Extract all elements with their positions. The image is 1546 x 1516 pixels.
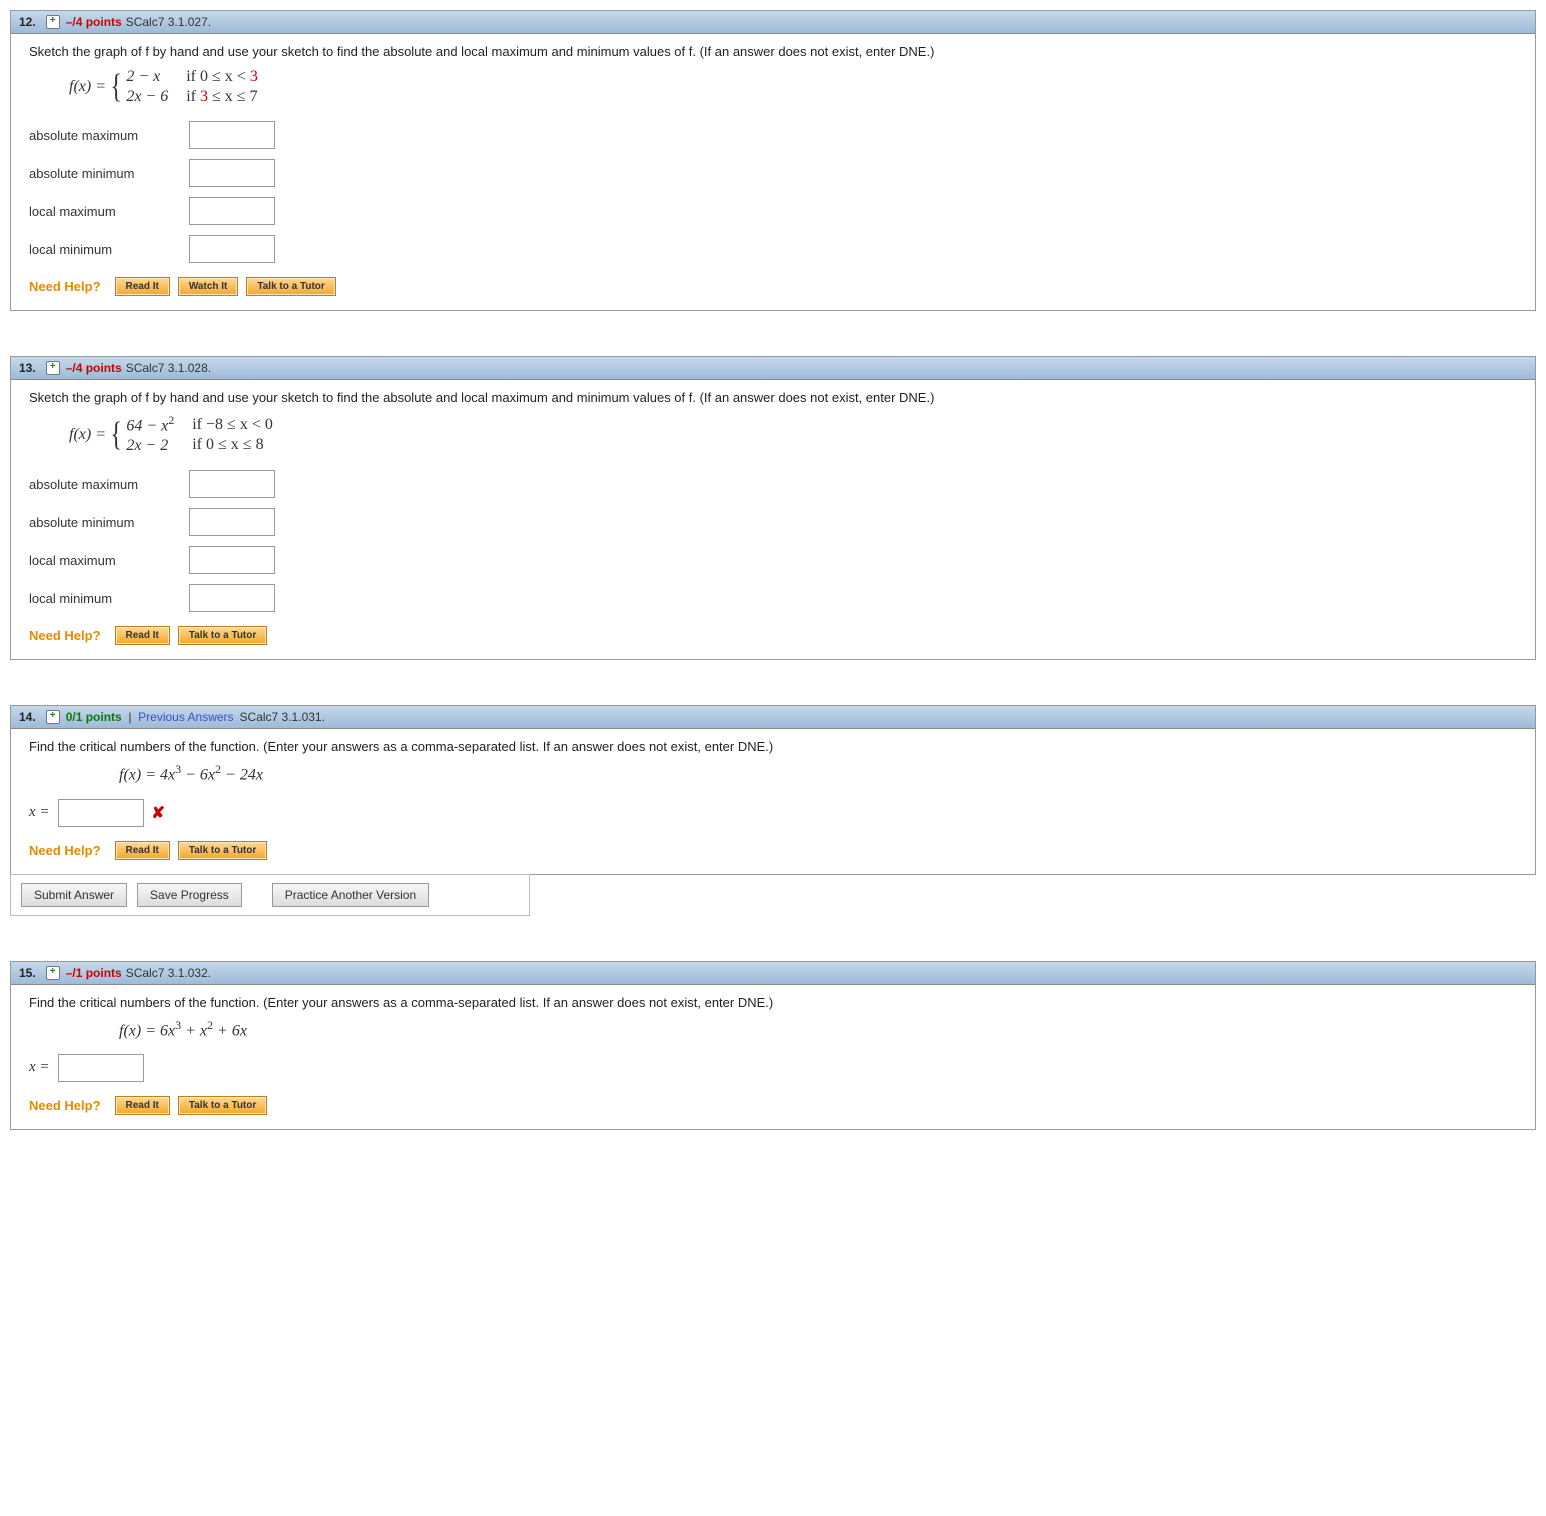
question-13: 13. + –/4 points SCalc7 3.1.028. Sketch … bbox=[10, 356, 1536, 660]
function-equation: f(x) = 4x3 − 6x2 − 24x bbox=[119, 762, 1517, 784]
locmin-input[interactable] bbox=[189, 584, 275, 612]
absmin-label: absolute minimum bbox=[29, 166, 189, 181]
points-label: –/4 points bbox=[66, 361, 122, 375]
absmax-input[interactable] bbox=[189, 470, 275, 498]
previous-answers-link[interactable]: Previous Answers bbox=[138, 710, 233, 724]
expand-icon[interactable]: + bbox=[46, 15, 60, 29]
absmin-input[interactable] bbox=[189, 159, 275, 187]
expand-icon[interactable]: + bbox=[46, 966, 60, 980]
talk-tutor-button[interactable]: Talk to a Tutor bbox=[178, 1096, 267, 1115]
instruction-text: Find the critical numbers of the functio… bbox=[29, 739, 1517, 754]
expand-icon[interactable]: + bbox=[46, 361, 60, 375]
locmax-input[interactable] bbox=[189, 197, 275, 225]
question-12: 12. + –/4 points SCalc7 3.1.027. Sketch … bbox=[10, 10, 1536, 311]
locmin-input[interactable] bbox=[189, 235, 275, 263]
watch-it-button[interactable]: Watch It bbox=[178, 277, 239, 296]
read-it-button[interactable]: Read It bbox=[115, 277, 170, 296]
x-equals-label: x = bbox=[29, 804, 50, 821]
instruction-text: Find the critical numbers of the functio… bbox=[29, 995, 1517, 1010]
piece-1: 64 − x2 bbox=[126, 413, 174, 436]
question-header: 14. + 0/1 points | Previous Answers SCal… bbox=[11, 706, 1535, 729]
submit-answer-button[interactable]: Submit Answer bbox=[21, 883, 127, 907]
question-ref: SCalc7 3.1.031. bbox=[240, 710, 325, 724]
need-help-label: Need Help? bbox=[29, 628, 101, 643]
read-it-button[interactable]: Read It bbox=[115, 841, 170, 860]
piece-1: 2 − x bbox=[126, 67, 168, 87]
question-number: 13. bbox=[19, 361, 36, 375]
cond-1: if 0 ≤ x < 3 bbox=[186, 67, 258, 87]
absmax-label: absolute maximum bbox=[29, 128, 189, 143]
question-number: 14. bbox=[19, 710, 36, 724]
piece-2: 2x − 6 bbox=[126, 87, 168, 107]
question-ref: SCalc7 3.1.028. bbox=[126, 361, 211, 375]
absmin-input[interactable] bbox=[189, 508, 275, 536]
question-ref: SCalc7 3.1.027. bbox=[126, 15, 211, 29]
question-number: 15. bbox=[19, 966, 36, 980]
read-it-button[interactable]: Read It bbox=[115, 1096, 170, 1115]
points-label: –/4 points bbox=[66, 15, 122, 29]
question-header: 12. + –/4 points SCalc7 3.1.027. bbox=[11, 11, 1535, 34]
fx-label: f(x) = bbox=[69, 78, 106, 96]
question-header: 13. + –/4 points SCalc7 3.1.028. bbox=[11, 357, 1535, 380]
need-help-label: Need Help? bbox=[29, 1098, 101, 1113]
practice-another-button[interactable]: Practice Another Version bbox=[272, 883, 429, 907]
locmin-label: local minimum bbox=[29, 242, 189, 257]
cond-1: if −8 ≤ x < 0 bbox=[192, 415, 273, 435]
locmax-input[interactable] bbox=[189, 546, 275, 574]
wrong-icon: ✘ bbox=[152, 803, 165, 823]
cond-2: if 0 ≤ x ≤ 8 bbox=[192, 435, 273, 455]
talk-tutor-button[interactable]: Talk to a Tutor bbox=[246, 277, 335, 296]
x-input[interactable] bbox=[58, 799, 144, 827]
question-header: 15. + –/1 points SCalc7 3.1.032. bbox=[11, 962, 1535, 985]
talk-tutor-button[interactable]: Talk to a Tutor bbox=[178, 841, 267, 860]
function-definition: f(x) = { 64 − x2 2x − 2 if −8 ≤ x < 0 if… bbox=[69, 413, 1517, 456]
locmax-label: local maximum bbox=[29, 553, 189, 568]
instruction-text: Sketch the graph of f by hand and use yo… bbox=[29, 390, 1517, 405]
function-definition: f(x) = { 2 − x 2x − 6 if 0 ≤ x < 3 if 3 … bbox=[69, 67, 1517, 107]
absmax-label: absolute maximum bbox=[29, 477, 189, 492]
question-footer: Submit Answer Save Progress Practice Ano… bbox=[10, 874, 530, 916]
brace-icon: { bbox=[110, 418, 121, 452]
save-progress-button[interactable]: Save Progress bbox=[137, 883, 242, 907]
absmax-input[interactable] bbox=[189, 121, 275, 149]
absmin-label: absolute minimum bbox=[29, 515, 189, 530]
cond-2: if 3 ≤ x ≤ 7 bbox=[186, 87, 258, 107]
instruction-text: Sketch the graph of f by hand and use yo… bbox=[29, 44, 1517, 59]
fx-label: f(x) = bbox=[69, 426, 106, 444]
x-equals-label: x = bbox=[29, 1059, 50, 1076]
expand-icon[interactable]: + bbox=[46, 710, 60, 724]
question-number: 12. bbox=[19, 15, 36, 29]
read-it-button[interactable]: Read It bbox=[115, 626, 170, 645]
locmin-label: local minimum bbox=[29, 591, 189, 606]
question-14: 14. + 0/1 points | Previous Answers SCal… bbox=[10, 705, 1536, 874]
need-help-label: Need Help? bbox=[29, 843, 101, 858]
function-equation: f(x) = 6x3 + x2 + 6x bbox=[119, 1018, 1517, 1040]
separator: | bbox=[122, 710, 138, 724]
piece-2: 2x − 2 bbox=[126, 436, 174, 456]
question-15: 15. + –/1 points SCalc7 3.1.032. Find th… bbox=[10, 961, 1536, 1130]
brace-icon: { bbox=[110, 70, 121, 104]
question-ref: SCalc7 3.1.032. bbox=[126, 966, 211, 980]
points-label: –/1 points bbox=[66, 966, 122, 980]
x-input[interactable] bbox=[58, 1054, 144, 1082]
locmax-label: local maximum bbox=[29, 204, 189, 219]
talk-tutor-button[interactable]: Talk to a Tutor bbox=[178, 626, 267, 645]
points-label: 0/1 points bbox=[66, 710, 122, 724]
need-help-label: Need Help? bbox=[29, 279, 101, 294]
